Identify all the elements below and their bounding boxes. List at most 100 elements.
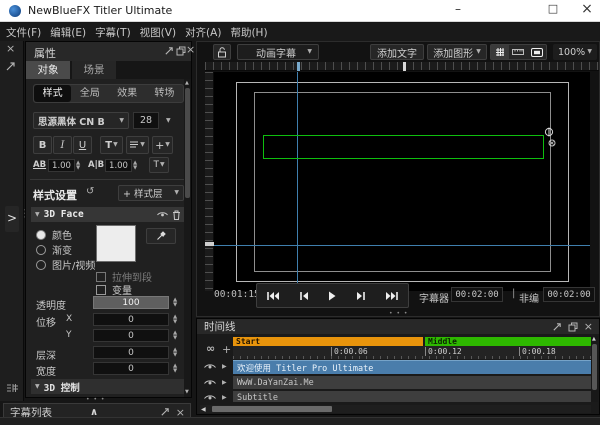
italic-button[interactable]: I [53,136,72,154]
stepper-down-icon[interactable]: ▼ [173,368,177,374]
track-expand-icon[interactable]: ▶ [222,394,227,401]
fill-color-radio[interactable]: 颜色 [36,227,72,242]
segment-middle-bar[interactable]: Middle [425,337,591,346]
add-track-icon[interactable]: + [222,344,231,355]
pin-icon[interactable] [164,46,174,56]
segment-start-bar[interactable]: Start [233,337,423,346]
selected-text-box[interactable] [263,135,544,159]
stepper-down-icon[interactable]: ▼ [173,352,177,358]
collapse-up-icon[interactable]: ∧ [90,407,98,418]
zoom-dropdown[interactable]: 100% ▼ [553,44,597,60]
tab-object[interactable]: 对象 [26,61,70,79]
tracking-field[interactable]: 1.00 [48,159,75,172]
pin-icon[interactable] [552,322,562,332]
scroll-thumb[interactable] [592,344,597,390]
track-expand-icon[interactable]: ▶ [222,363,227,370]
track-expand-icon[interactable]: ▶ [222,379,227,386]
play-button[interactable] [328,291,336,301]
strip-pin-icon[interactable] [5,61,16,72]
style-layer-bar[interactable]: ▼ 3D Face [31,207,185,222]
tab-scene[interactable]: 场景 [72,61,116,79]
layer-delete-trash-icon[interactable] [172,210,181,220]
minimize-button[interactable]: – [445,2,471,20]
prev-frame-button[interactable] [299,291,309,301]
timeline-vscrollbar[interactable]: ▲ [591,336,598,402]
skip-end-button[interactable] [385,291,398,301]
subtab-style[interactable]: 样式 [34,85,72,102]
canvas-viewport[interactable] [214,72,590,291]
template-dropdown[interactable]: 动画字幕 ▼ [237,44,319,60]
depth-stepper[interactable]: ▲ ▼ [173,346,177,359]
scroll-thumb[interactable] [212,406,332,412]
close-button[interactable]: × [574,1,600,19]
ruler-toggle-icon[interactable] [509,45,527,59]
stepper-down-icon[interactable]: ▼ [173,335,177,341]
track-clip-selected[interactable]: 欢迎使用 Titler Pro Ultimate [233,360,591,374]
scroll-down-icon[interactable]: ▼ [185,389,189,395]
underline-button[interactable]: U [73,136,92,154]
menu-item-help[interactable]: 帮助(H) [230,25,267,40]
maximize-button[interactable]: □ [540,2,566,20]
tracking-stepper[interactable]: ▲ ▼ [76,159,80,172]
stepper-down-icon[interactable]: ▼ [133,165,137,171]
add-text-attr-button[interactable]: + ▼ [152,136,173,154]
depth-field[interactable]: 0 [93,346,169,359]
fill-image-radio[interactable]: 图片/视频 [36,257,95,272]
menu-item-view[interactable]: 视图(V) [140,25,176,40]
eyedropper-button[interactable] [146,228,176,244]
grid-toggle-icon[interactable] [491,45,510,59]
next-frame-button[interactable] [356,291,366,301]
layer-visibility-eye-icon[interactable] [157,211,168,219]
color-swatch[interactable] [96,225,136,262]
pin-icon[interactable] [160,407,170,417]
track-visibility-eye-icon[interactable] [204,394,216,402]
properties-scrollbar[interactable]: ▲ ▼ [184,79,191,397]
track-clip[interactable]: Subtitle [233,391,591,402]
timeline-ruler[interactable]: 0:00.06 0:00.12 0:00.18 [233,346,591,359]
panel-close-icon[interactable]: × [186,44,195,55]
popout-icon[interactable] [176,46,186,56]
baseline-button[interactable]: T ▼ [149,157,169,173]
scroll-up-icon[interactable]: ▲ [592,336,596,342]
font-size-field[interactable]: 28 [133,112,159,129]
menu-item-align[interactable]: 对齐(A) [185,25,221,40]
stepper-down-icon[interactable]: ▼ [76,165,80,171]
menu-item-edit[interactable]: 编辑(E) [50,25,86,40]
scroll-up-icon[interactable]: ▲ [185,80,189,86]
align-button[interactable]: ▼ [126,136,149,154]
lock-button[interactable] [213,44,231,60]
text-case-button[interactable]: T ▼ [100,136,123,154]
track-visibility-eye-icon[interactable] [204,363,216,371]
leading-field[interactable]: 1.00 [105,159,132,172]
subtab-effects[interactable]: 效果 [109,85,146,102]
add-text-button[interactable]: 添加文字 [370,44,424,60]
controls-3d-collapse-icon[interactable]: ▼ [35,383,40,390]
opacity-stepper[interactable]: ▲ ▼ [173,296,177,309]
width-stepper[interactable]: ▲ ▼ [173,362,177,375]
popout-icon[interactable] [568,322,578,332]
controls-3d-bar[interactable]: ▼ 3D 控制 [31,379,185,394]
skip-start-button[interactable] [267,291,280,301]
canvas-resize-handle[interactable]: • • • [389,310,408,317]
track-clip[interactable]: WwW.DaYanZai.Me [233,376,591,389]
panel-close-icon[interactable]: × [584,321,593,332]
safe-area-toggle-icon[interactable] [528,45,546,59]
rotate-handle-icon[interactable] [544,127,554,137]
panel-close-icon[interactable]: × [176,407,185,418]
fill-gradient-radio[interactable]: 渐变 [36,242,72,257]
offset-y-stepper[interactable]: ▲ ▼ [173,329,177,342]
width-field[interactable]: 0 [93,362,169,375]
subtab-global[interactable]: 全局 [71,85,108,102]
track-visibility-eye-icon[interactable] [204,379,216,387]
offset-x-stepper[interactable]: ▲ ▼ [173,313,177,326]
scroll-left-icon[interactable]: ◀ [201,406,206,413]
add-style-layer-button[interactable]: + 样式层 ▼ [118,185,184,201]
panel-resize-handle[interactable]: • • • [86,396,105,403]
bold-button[interactable]: B [33,136,52,154]
offset-y-field[interactable]: 0 [93,329,169,342]
link-tracks-icon[interactable]: ∞ [206,343,215,354]
leading-stepper[interactable]: ▲ ▼ [133,159,137,172]
guide-line-horizontal[interactable] [214,245,590,246]
variable-checkbox[interactable]: 变量 [96,282,132,297]
guide-line-vertical[interactable] [297,72,298,291]
